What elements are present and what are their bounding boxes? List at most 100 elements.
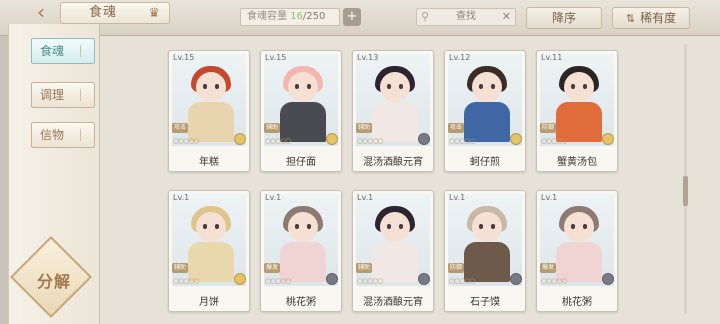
character-card[interactable]: Lv.15 辅助 ○○○○○ 担仔面: [260, 50, 342, 172]
character-body: [188, 242, 234, 282]
character-body: [372, 102, 418, 142]
title-tab[interactable]: 食魂 ♛: [60, 2, 170, 24]
character-card[interactable]: Lv.1 辅助 ○○○○○ 月饼: [168, 190, 250, 312]
tab-xinwu[interactable]: 信物: [31, 122, 95, 148]
level-label: Lv.1: [449, 193, 466, 202]
sort-order-label: 降序: [551, 11, 576, 25]
character-name: 蟹黄汤包: [557, 157, 597, 168]
level-label: Lv.15: [173, 53, 195, 62]
tab-tiaoli[interactable]: 调理: [31, 82, 95, 108]
character-face: [564, 72, 594, 102]
top-bar: ‹ 食魂 ♛ 食魂容量 16/250 + ⚲ 查找 ✕ 降序 ⇅ 稀有度: [0, 0, 720, 36]
magnifier-icon: ⚲: [421, 10, 430, 23]
character-name: 混汤酒酿元宵: [363, 297, 423, 308]
role-badge: 攻击: [448, 123, 464, 133]
back-arrow-icon[interactable]: ‹: [26, 2, 56, 24]
character-face: [196, 72, 226, 102]
character-name: 年糕: [199, 157, 219, 168]
element-icon: [418, 273, 430, 285]
character-card[interactable]: Lv.1 爆发 ○○○○○ 桃花粥: [536, 190, 618, 312]
character-card[interactable]: Lv.15 攻击 ○○○○○ 年糕: [168, 50, 250, 172]
character-eye: [203, 84, 207, 89]
role-badge: 辅助: [172, 263, 188, 273]
character-name: 担仔面: [286, 157, 316, 168]
rank-pips-icon: ○○○○○: [173, 137, 200, 145]
character-name: 石子馍: [470, 297, 500, 308]
character-name: 蚵仔煎: [470, 157, 500, 168]
rarity-sort-label: 稀有度: [640, 11, 677, 25]
level-label: Lv.1: [265, 193, 282, 202]
character-eye: [295, 224, 299, 229]
role-badge: 辅助: [264, 123, 280, 133]
tab-shihun[interactable]: 食魂: [31, 38, 95, 64]
rank-pips-icon: ○○○○○: [357, 277, 384, 285]
element-icon: [510, 133, 522, 145]
character-face: [564, 212, 594, 242]
rarity-sort-button[interactable]: ⇅ 稀有度: [612, 7, 690, 29]
search-placeholder: 查找: [456, 11, 476, 22]
clear-icon[interactable]: ✕: [502, 9, 511, 25]
character-card[interactable]: Lv.1 爆发 ○○○○○ 桃花粥: [260, 190, 342, 312]
character-eye: [491, 224, 495, 229]
rank-pips-icon: ○○○○○: [541, 277, 568, 285]
capacity-total: /250: [302, 11, 326, 22]
level-label: Lv.1: [173, 193, 190, 202]
tab-label: 食魂: [40, 44, 65, 58]
sort-icon: ⇅: [625, 12, 636, 25]
rank-pips-icon: ○○○○○: [265, 277, 292, 285]
character-card[interactable]: Lv.11 防御 ○○○○○ 蟹黄汤包: [536, 50, 618, 172]
character-eye: [571, 84, 575, 89]
level-label: Lv.15: [265, 53, 287, 62]
rank-pips-icon: ○○○○○: [449, 277, 476, 285]
character-body: [372, 242, 418, 282]
level-label: Lv.11: [541, 53, 563, 62]
element-icon: [234, 273, 246, 285]
character-card[interactable]: Lv.1 辅助 ○○○○○ 混汤酒酿元宵: [352, 190, 434, 312]
character-eye: [387, 84, 391, 89]
rank-pips-icon: ○○○○○: [357, 137, 384, 145]
role-badge: 辅助: [356, 263, 372, 273]
character-card[interactable]: Lv.1 防御 ○○○○○ 石子馍: [444, 190, 526, 312]
character-eye: [491, 84, 495, 89]
element-icon: [326, 133, 338, 145]
character-eye: [215, 84, 219, 89]
rank-pips-icon: ○○○○○: [541, 137, 568, 145]
character-eye: [307, 224, 311, 229]
tab-label: 调理: [40, 88, 65, 102]
role-badge: 攻击: [172, 123, 188, 133]
character-face: [380, 72, 410, 102]
character-name: 混汤酒酿元宵: [363, 157, 423, 168]
character-face: [472, 72, 502, 102]
character-card[interactable]: Lv.12 攻击 ○○○○○ 蚵仔煎: [444, 50, 526, 172]
character-face: [196, 212, 226, 242]
character-body: [464, 102, 510, 142]
tab-decoration: [80, 89, 90, 101]
tab-decoration: [80, 129, 90, 141]
character-card[interactable]: Lv.13 辅助 ○○○○○ 混汤酒酿元宵: [352, 50, 434, 172]
character-eye: [399, 84, 403, 89]
capacity-label: 食魂容量: [247, 11, 287, 22]
level-label: Lv.13: [357, 53, 379, 62]
search-input[interactable]: ⚲ 查找 ✕: [416, 8, 516, 26]
page-title: 食魂: [89, 5, 118, 20]
character-body: [188, 102, 234, 142]
character-eye: [479, 224, 483, 229]
character-eye: [479, 84, 483, 89]
character-body: [280, 102, 326, 142]
level-label: Lv.1: [541, 193, 558, 202]
character-body: [556, 102, 602, 142]
capacity-display: 食魂容量 16/250 +: [240, 8, 361, 26]
character-eye: [399, 224, 403, 229]
character-eye: [583, 84, 587, 89]
tab-label: 信物: [40, 128, 65, 142]
character-face: [472, 212, 502, 242]
character-face: [288, 212, 318, 242]
add-capacity-button[interactable]: +: [343, 8, 361, 26]
sort-order-button[interactable]: 降序: [526, 7, 602, 29]
role-badge: 爆发: [264, 263, 280, 273]
character-face: [380, 212, 410, 242]
scrollbar-thumb[interactable]: [683, 176, 688, 206]
element-icon: [602, 133, 614, 145]
character-eye: [571, 224, 575, 229]
character-name: 桃花粥: [286, 297, 316, 308]
